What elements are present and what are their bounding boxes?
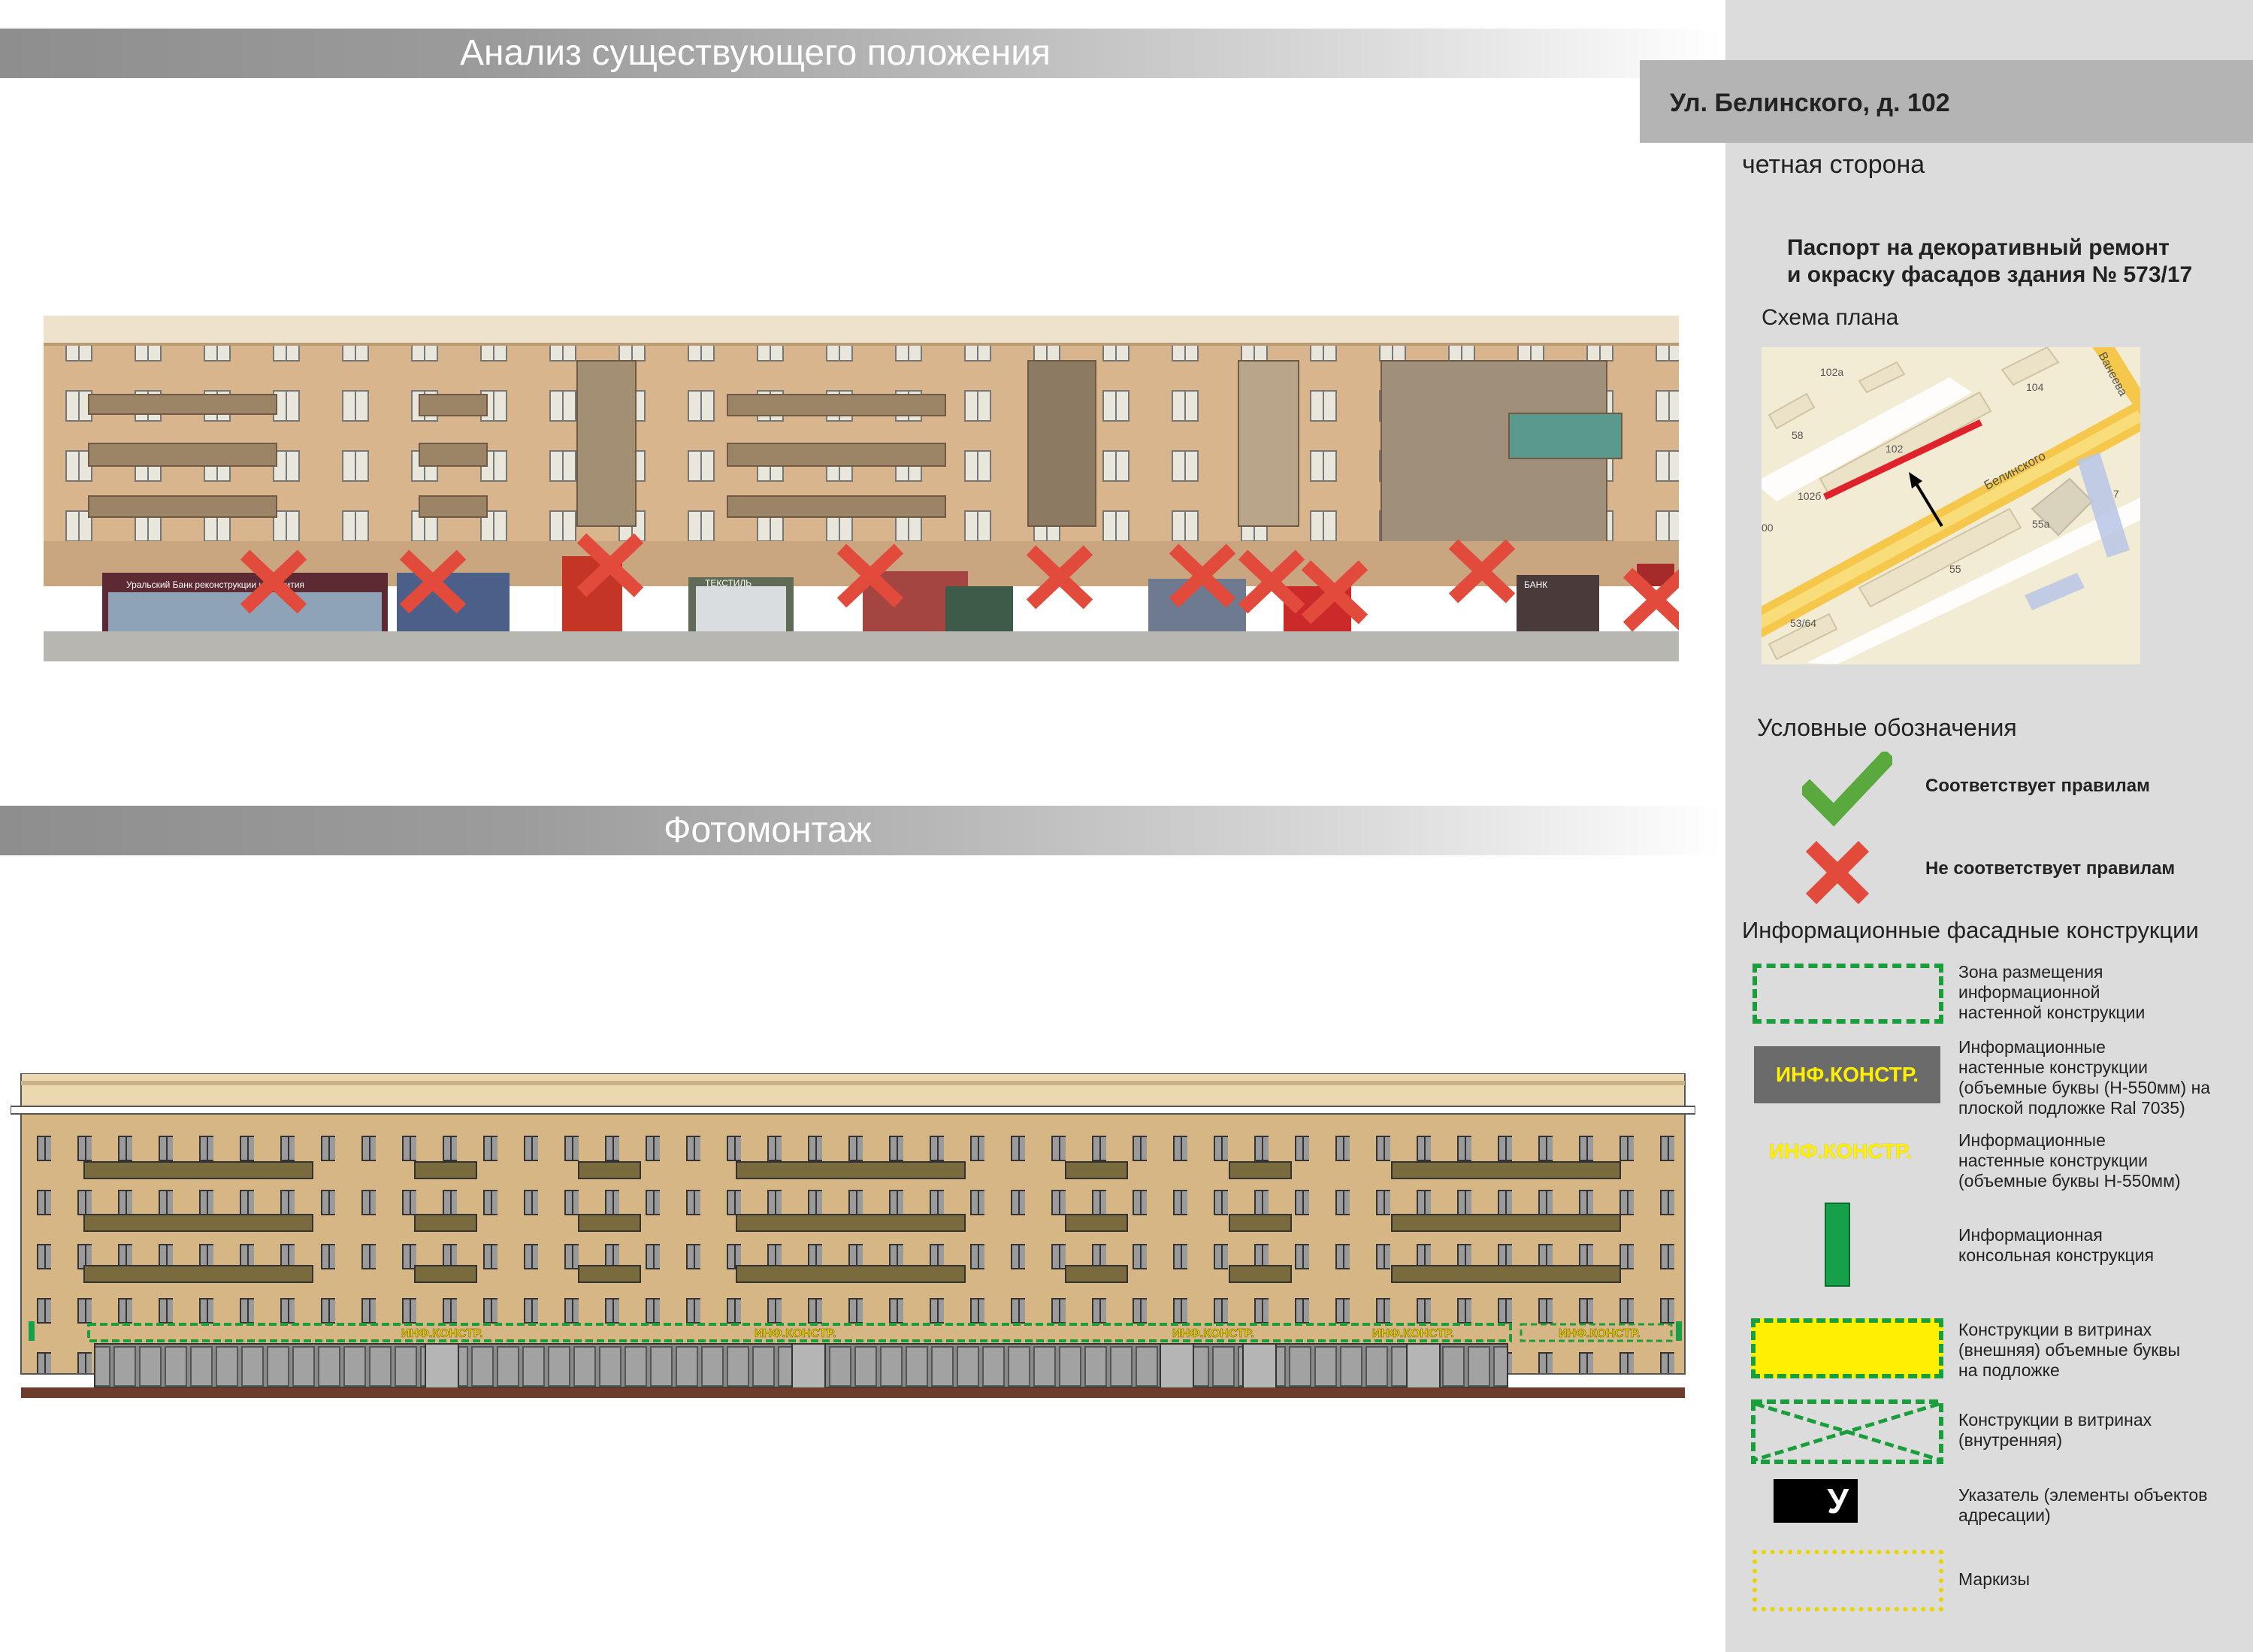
photo-sign-bank-2: БАНК xyxy=(1524,579,1547,590)
console-sign xyxy=(29,1321,35,1341)
window-external-swatch xyxy=(1751,1318,1943,1378)
analysis-title: Анализ существующего положения xyxy=(460,33,1051,73)
svg-text:102б: 102б xyxy=(1798,490,1821,502)
sign-text: ИНФ.КОНСТР. xyxy=(1372,1327,1454,1340)
letters-on-backing-label: Информационные настенные конструкции (об… xyxy=(1958,1037,2211,1118)
address-text: Ул. Белинского, д. 102 xyxy=(1670,89,1950,117)
letters-label: Информационные настенные конструкции (об… xyxy=(1958,1130,2181,1191)
letters-swatch: ИНФ.КОНСТР. xyxy=(1769,1139,1912,1163)
location-map: 102а 104 58 102 102б Белинского Ванеева … xyxy=(1762,347,2140,664)
zone-swatch xyxy=(1753,964,1943,1024)
cross-icon xyxy=(1805,840,1870,905)
pointer-label: Указатель (элементы объектов адресации) xyxy=(1958,1485,2208,1525)
sign-text: ИНФ.КОНСТР. xyxy=(1559,1327,1641,1340)
window-internal-label: Конструкции в витринах (внутренняя) xyxy=(1958,1410,2152,1450)
passport-title: Паспорт на декоративный ремонт и окраску… xyxy=(1787,234,2192,289)
svg-text:104: 104 xyxy=(2026,381,2044,393)
zone-label: Зона размещения информационной настенной… xyxy=(1958,962,2146,1022)
sign-text: ИНФ.КОНСТР. xyxy=(755,1327,836,1340)
console-label: Информационная консольная конструкция xyxy=(1958,1225,2155,1265)
passport-line-2: и окраску фасадов здания № 573/17 xyxy=(1787,262,2193,287)
window-external-label: Конструкции в витринах (внешняя) объемны… xyxy=(1958,1320,2181,1380)
sign-text: ИНФ.КОНСТР. xyxy=(401,1327,483,1340)
svg-text:00: 00 xyxy=(1762,522,1774,534)
plan-scheme-title: Схема плана xyxy=(1762,305,1899,330)
window-internal-swatch xyxy=(1751,1399,1943,1464)
pointer-swatch: У xyxy=(1774,1479,1858,1523)
console-sign xyxy=(1676,1321,1682,1341)
legend-title: Условные обозначения xyxy=(1757,714,2017,741)
svg-text:102а: 102а xyxy=(1820,366,1843,378)
svg-text:55а: 55а xyxy=(2032,518,2050,530)
street-side: четная сторона xyxy=(1742,150,1925,179)
legend-complies: Соответствует правилам xyxy=(1925,776,2150,796)
console-swatch xyxy=(1825,1203,1850,1287)
sign-text: ИНФ.КОНСТР. xyxy=(1172,1327,1254,1340)
check-icon xyxy=(1802,752,1892,827)
address-box: Ул. Белинского, д. 102 xyxy=(1640,60,2253,143)
legend-not-complies: Не соответствует правилам xyxy=(1925,858,2176,879)
svg-text:55: 55 xyxy=(1949,563,1961,575)
svg-text:58: 58 xyxy=(1792,429,1804,441)
svg-text:102: 102 xyxy=(1886,443,1904,455)
awnings-label: Маркизы xyxy=(1958,1569,2030,1589)
facade-photo: Уральский Банк реконструкции и развития … xyxy=(44,316,1679,661)
passport-line-1: Паспорт на декоративный ремонт xyxy=(1787,235,2170,260)
map-svg: 102а 104 58 102 102б Белинского Ванеева … xyxy=(1762,347,2140,664)
photomontage-title: Фотомонтаж xyxy=(664,810,872,850)
analysis-header: Анализ существующего положения xyxy=(0,29,1721,78)
letters-on-backing-swatch: ИНФ.КОНСТР. xyxy=(1754,1046,1940,1103)
awnings-swatch xyxy=(1753,1550,1943,1611)
info-constructions-title: Информационные фасадные конструкции xyxy=(1742,917,2199,943)
photomontage-header: Фотомонтаж xyxy=(0,806,1721,855)
svg-text:53/64: 53/64 xyxy=(1790,617,1816,629)
photo-sign-textile: ТЕКСТИЛЬ xyxy=(705,578,752,588)
facade-elevation: ИНФ.КОНСТР. ИНФ.КОНСТР. ИНФ.КОНСТР. ИНФ.… xyxy=(11,1073,1695,1398)
svg-text:7: 7 xyxy=(2113,488,2119,500)
